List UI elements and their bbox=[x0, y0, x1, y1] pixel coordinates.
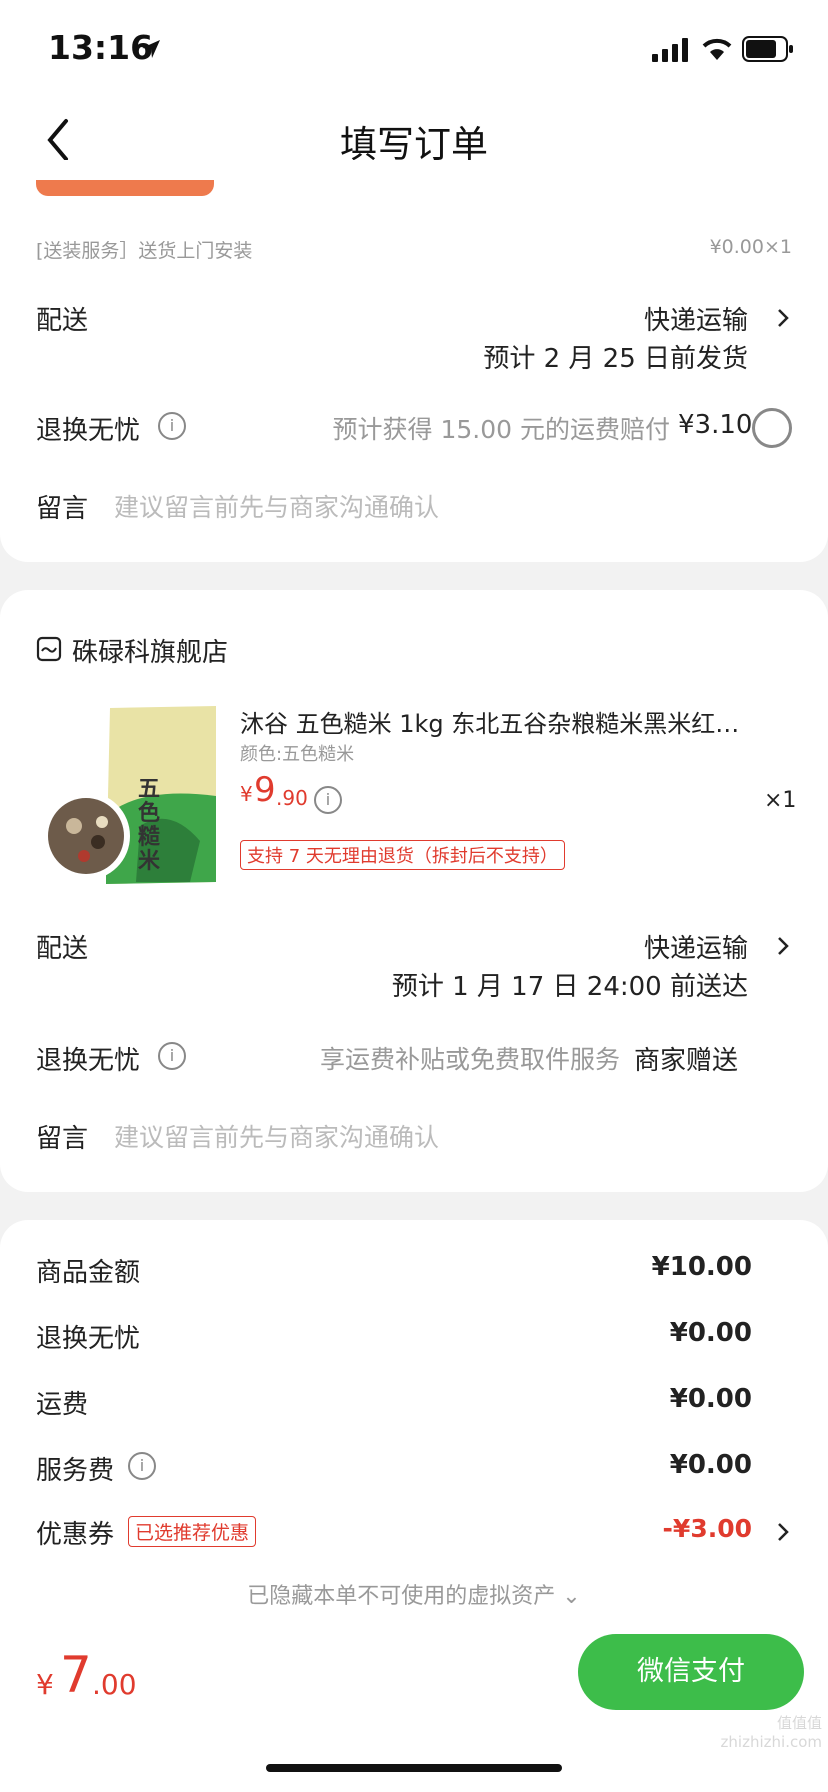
install-service-price: ¥0.00×1 bbox=[709, 236, 792, 258]
product-price-symbol: ¥ bbox=[240, 782, 253, 806]
delivery-method[interactable]: 快递运输 bbox=[440, 928, 748, 965]
return-service-value: 商家赠送 bbox=[634, 1046, 739, 1076]
summary-row-label: 运费 bbox=[36, 1390, 89, 1420]
return-service-radio[interactable] bbox=[752, 408, 792, 448]
summary-row-label: 退换无忧 bbox=[36, 1324, 141, 1354]
summary-row-value: ¥10.00 bbox=[651, 1252, 752, 1282]
watermark: 值值值 zhizhizhi.com bbox=[720, 1714, 822, 1751]
location-arrow-icon bbox=[142, 40, 160, 58]
product-qty: ×1 bbox=[764, 788, 797, 813]
summary-row-value: ¥0.00 bbox=[669, 1450, 752, 1480]
delivery-label: 配送 bbox=[36, 306, 89, 336]
wifi-icon bbox=[702, 38, 732, 60]
product-pack-text: 五色糙米 bbox=[138, 777, 161, 874]
product-variant: 颜色:五色糙米 bbox=[240, 744, 355, 765]
return-service-label: 退换无忧 bbox=[36, 1046, 141, 1076]
message-label: 留言 bbox=[36, 494, 89, 524]
summary-row-label: 服务费 bbox=[36, 1456, 115, 1486]
chevron-right-icon[interactable] bbox=[776, 1521, 790, 1543]
battery-icon bbox=[742, 36, 793, 62]
product-title[interactable]: 沐谷 五色糙米 1kg 东北五谷杂粮糙米黑米红… bbox=[240, 704, 780, 739]
message-label: 留言 bbox=[36, 1124, 89, 1154]
total-symbol: ¥ bbox=[36, 1668, 54, 1701]
message-input[interactable]: 建议留言前先与商家沟通确认 bbox=[114, 488, 439, 524]
return-service-label: 退换无忧 bbox=[36, 416, 141, 446]
wechat-pay-button[interactable]: 微信支付 bbox=[578, 1634, 804, 1710]
delivery-eta: 预计 1 月 17 日 24:00 前送达 bbox=[391, 972, 748, 1002]
coupon-value[interactable]: -¥3.00 bbox=[620, 1514, 752, 1543]
delivery-eta: 预计 2 月 25 日前发货 bbox=[483, 344, 748, 374]
summary-row-value: ¥0.00 bbox=[669, 1384, 752, 1414]
price-info-icon[interactable]: i bbox=[314, 786, 342, 814]
hidden-assets-toggle[interactable]: 已隐藏本单不可使用的虚拟资产 ⌄ bbox=[0, 1578, 828, 1610]
orange-banner-strip bbox=[36, 180, 214, 196]
order-card-2 bbox=[0, 590, 828, 1192]
signal-icon bbox=[652, 38, 688, 62]
coupon-label: 优惠券 bbox=[36, 1520, 115, 1550]
return-service-desc: 预计获得 15.00 元的运费赔付 bbox=[332, 415, 670, 444]
hidden-assets-text: 已隐藏本单不可使用的虚拟资产 bbox=[247, 1584, 556, 1609]
delivery-label: 配送 bbox=[36, 934, 89, 964]
return-service-price: ¥3.10 bbox=[678, 410, 753, 440]
chevron-right-icon[interactable] bbox=[776, 307, 790, 329]
chevron-down-icon: ⌄ bbox=[562, 1584, 581, 1609]
return-policy-tag: 支持 7 天无理由退货（拆封后不支持） bbox=[240, 840, 565, 870]
shop-name[interactable]: 硃碌科旗舰店 bbox=[72, 632, 228, 669]
return-service-desc: 享运费补贴或免费取件服务 bbox=[319, 1045, 620, 1074]
delivery-method[interactable]: 快递运输 bbox=[440, 300, 748, 337]
info-icon[interactable]: i bbox=[128, 1452, 156, 1480]
info-icon[interactable]: i bbox=[158, 1042, 186, 1070]
product-image[interactable]: 五色糙米 bbox=[40, 706, 218, 886]
message-input[interactable]: 建议留言前先与商家沟通确认 bbox=[114, 1118, 439, 1154]
shop-icon bbox=[36, 636, 62, 662]
install-service-label: [送装服务］送货上门安装 bbox=[36, 240, 253, 262]
status-time: 13:16 bbox=[48, 28, 154, 67]
coupon-tag: 已选推荐优惠 bbox=[128, 1516, 257, 1547]
total-dec: .00 bbox=[92, 1668, 137, 1701]
summary-row-label: 商品金额 bbox=[36, 1258, 141, 1288]
home-indicator[interactable] bbox=[266, 1764, 562, 1772]
product-price-int: 9 bbox=[254, 770, 276, 810]
total-int: 7 bbox=[60, 1646, 92, 1704]
summary-row-value: ¥0.00 bbox=[669, 1318, 752, 1348]
chevron-right-icon[interactable] bbox=[776, 935, 790, 957]
info-icon[interactable]: i bbox=[158, 412, 186, 440]
product-price-dec: .90 bbox=[276, 786, 308, 810]
